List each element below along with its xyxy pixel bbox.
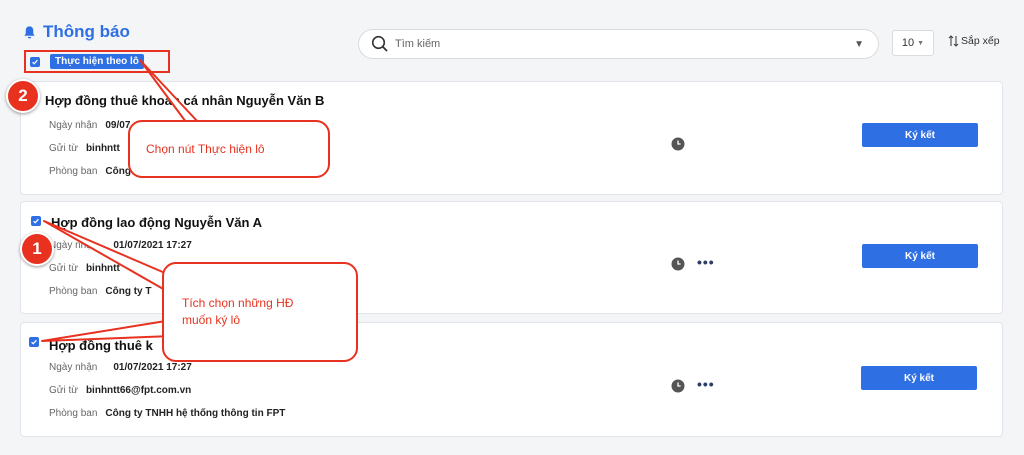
sign-button[interactable]: Ký kết — [862, 123, 978, 147]
bell-icon — [24, 25, 35, 38]
received-date: Ngày nhận 01/07/2021 17:27 — [49, 362, 192, 373]
search-input[interactable]: Tìm kiếm — [395, 38, 854, 50]
check-icon — [32, 59, 38, 65]
more-icon[interactable]: ••• — [697, 254, 715, 270]
sender: Gửi từ binhntt — [49, 263, 120, 274]
annotation-callout-batch: Chọn nút Thực hiện lô — [128, 120, 330, 178]
sort-icon — [948, 35, 959, 47]
check-icon — [31, 339, 37, 345]
batch-action-button[interactable]: Thực hiện theo lô — [50, 54, 144, 69]
department: Phòng ban Công ty TNHH hệ thống thông tin… — [49, 408, 286, 419]
clock-icon[interactable] — [671, 137, 685, 151]
page-title: Thông báo — [43, 22, 130, 41]
contract-title[interactable]: Hợp đồng lao động Nguyễn Văn A — [51, 215, 262, 230]
page-size-select[interactable]: 10 ▼ — [892, 30, 934, 56]
page-size-value: 10 — [901, 37, 915, 49]
contract-title[interactable]: Hợp đồng thuê k — [49, 338, 153, 353]
row-checkbox[interactable] — [29, 337, 39, 347]
department: Phòng ban Công — [49, 166, 131, 177]
sender: Gửi từ binhntt — [49, 143, 120, 154]
sign-button[interactable]: Ký kết — [862, 244, 978, 268]
annotation-callout-select: Tích chọn những HĐ muốn ký lô — [162, 262, 358, 362]
step-badge-2: 2 — [6, 79, 40, 113]
sign-button[interactable]: Ký kết — [861, 366, 977, 390]
page-header: Thông báo — [22, 22, 130, 42]
chevron-down-icon: ▼ — [917, 39, 925, 47]
received-date: Ngày nhận 01/07/2021 17:27 — [49, 240, 192, 251]
sort-label: Sắp xếp — [961, 35, 1000, 47]
select-all-checkbox[interactable] — [30, 56, 40, 67]
received-date: Ngày nhận 09/07 — [49, 120, 131, 131]
check-icon — [33, 218, 39, 224]
more-icon[interactable]: ••• — [697, 376, 715, 392]
clock-icon[interactable] — [671, 257, 685, 271]
chevron-down-icon[interactable]: ▼ — [854, 39, 864, 50]
batch-action-row: Thực hiện theo lô — [24, 50, 170, 73]
search-box[interactable]: Tìm kiếm ▼ — [358, 29, 879, 59]
sort-button[interactable]: Sắp xếp — [948, 35, 1000, 47]
clock-icon[interactable] — [671, 379, 685, 393]
row-checkbox[interactable] — [31, 216, 41, 226]
sender: Gửi từ binhntt66@fpt.com.vn — [49, 385, 192, 396]
department: Phòng ban Công ty T — [49, 286, 152, 297]
step-badge-1: 1 — [20, 232, 54, 266]
contract-title[interactable]: Hợp đồng thuê khoán cá nhân Nguyễn Văn B — [45, 93, 324, 108]
search-icon — [371, 35, 388, 52]
